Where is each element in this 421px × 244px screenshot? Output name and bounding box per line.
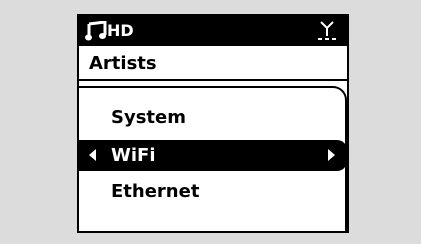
- music-note-icon: [85, 21, 107, 41]
- source-label: HD: [107, 21, 134, 40]
- menu-item-label: System: [111, 107, 186, 128]
- breadcrumb-title: Artists: [89, 53, 157, 74]
- status-bar: HD: [79, 16, 347, 46]
- menu-item-label: WiFi: [111, 145, 156, 166]
- menu-item-system[interactable]: System: [79, 102, 347, 133]
- antenna-signal-icon: [318, 21, 336, 40]
- breadcrumb: Artists: [79, 48, 347, 81]
- arrow-right-icon: [328, 149, 335, 161]
- menu-item-wifi[interactable]: WiFi: [79, 140, 347, 171]
- menu-list: System WiFi Ethernet: [79, 86, 347, 231]
- device-screen: HD Artists System WiFi Ethernet: [77, 14, 349, 233]
- menu-item-label: Ethernet: [111, 181, 200, 202]
- arrow-left-icon: [89, 149, 96, 161]
- menu-item-ethernet[interactable]: Ethernet: [79, 176, 347, 207]
